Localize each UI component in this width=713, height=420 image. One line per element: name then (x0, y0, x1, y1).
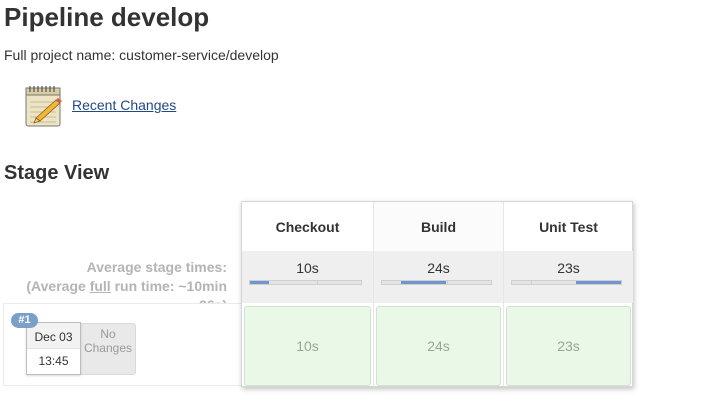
stage-average: 24s (374, 251, 503, 303)
notepad-icon[interactable] (22, 84, 66, 128)
no-changes-box[interactable]: No Changes (81, 323, 136, 375)
stage-column-checkout: Checkout 10s 10s (242, 202, 373, 386)
stage-header[interactable]: Build (374, 202, 503, 251)
stage-table: Checkout 10s 10s Build 24s 24s Unit Test… (241, 201, 633, 387)
avg-label-suffix: run time: ~10min (110, 278, 227, 294)
stage-column-build: Build 24s 24s (373, 202, 503, 386)
stage-average: 10s (242, 251, 373, 303)
full-project-name: Full project name: customer-service/deve… (4, 47, 279, 63)
run-time: 13:45 (38, 354, 69, 368)
avg-label-line2: (Average full run time: ~10min (0, 277, 227, 296)
avg-label-line1: Average stage times: (86, 259, 227, 275)
stage-header[interactable]: Checkout (242, 202, 373, 251)
stage-progress-bar (381, 280, 492, 285)
run-badge[interactable]: #1 (11, 313, 38, 328)
progress-fill (250, 281, 269, 284)
stage-cell[interactable]: 23s (506, 306, 631, 386)
progress-fill (400, 281, 447, 284)
stage-average-value: 23s (557, 260, 580, 276)
avg-label-prefix: (Average (26, 278, 90, 294)
stage-cell[interactable]: 10s (244, 306, 371, 386)
run-date-box[interactable]: Dec 03 13:45 (26, 322, 81, 375)
changes-line1: No (100, 327, 116, 341)
stage-column-unit-test: Unit Test 23s 23s (503, 202, 633, 386)
stage-progress-bar (511, 280, 622, 285)
run-date: Dec 03 (27, 323, 80, 349)
stage-average: 23s (504, 251, 633, 303)
stage-header[interactable]: Unit Test (504, 202, 633, 251)
recent-changes-link[interactable]: Recent Changes (72, 97, 176, 113)
stage-cell[interactable]: 24s (376, 306, 501, 386)
progress-fill (576, 281, 621, 284)
changes-line2: Changes (83, 341, 133, 355)
avg-label-full: full (89, 278, 111, 294)
stage-view-title: Stage View (4, 162, 110, 184)
stage-average-value: 24s (427, 260, 450, 276)
stage-average-value: 10s (296, 260, 319, 276)
stage-progress-bar (249, 280, 362, 285)
page-title: Pipeline develop (4, 2, 210, 32)
